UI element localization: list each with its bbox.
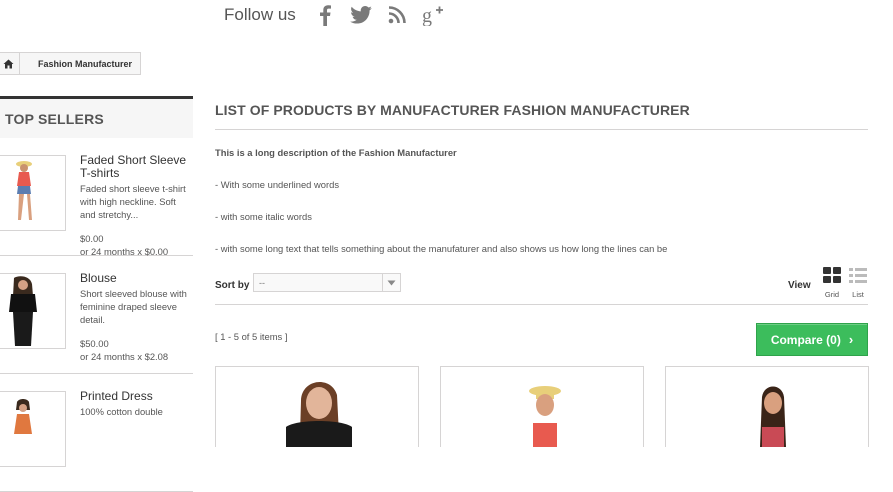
top-seller-info: Blouse Short sleeved blouse with feminin…	[80, 272, 193, 363]
description-line: - With some underlined words	[215, 179, 340, 190]
top-seller-info: Faded Short Sleeve T-shirts Faded short …	[80, 154, 193, 258]
sort-bar: Sort by -- View Grid List	[215, 267, 868, 305]
product-description: Short sleeved blouse with feminine drape…	[80, 288, 187, 325]
list-caption: List	[852, 290, 864, 299]
product-price: $0.00	[80, 233, 104, 244]
product-price: $50.00	[80, 338, 109, 349]
chevron-right-icon: ›	[848, 332, 854, 347]
product-thumbnail[interactable]	[0, 391, 66, 467]
product-card[interactable]	[440, 366, 644, 447]
product-thumbnail[interactable]	[0, 155, 66, 231]
follow-us-label: Follow us	[224, 5, 296, 24]
product-name[interactable]: Blouse	[80, 272, 193, 285]
top-sellers-title[interactable]: TOP SELLERS	[0, 96, 193, 138]
manufacturer-content: LIST OF PRODUCTS BY MANUFACTURER FASHION…	[215, 96, 869, 447]
svg-text:g: g	[422, 5, 432, 26]
grid-icon	[823, 267, 841, 283]
top-seller-item: Faded Short Sleeve T-shirts Faded short …	[0, 138, 193, 258]
sort-selected-value: --	[259, 277, 265, 288]
top-seller-item: Printed Dress 100% cotton double	[0, 374, 193, 492]
sort-label: Sort by	[215, 280, 250, 291]
page-title: LIST OF PRODUCTS BY MANUFACTURER FASHION…	[215, 102, 868, 130]
home-icon[interactable]	[0, 53, 20, 74]
product-card[interactable]	[215, 366, 419, 447]
product-description: 100% cotton double	[80, 406, 163, 417]
product-card[interactable]	[665, 366, 869, 447]
product-name[interactable]: Printed Dress	[80, 390, 193, 403]
view-list-button[interactable]: List	[846, 267, 870, 299]
product-description: Faded short sleeve t-shirt with high nec…	[80, 183, 186, 220]
rss-icon[interactable]	[386, 4, 408, 26]
grid-caption: Grid	[824, 290, 840, 299]
product-installments: or 24 months x $2.08	[80, 351, 169, 362]
description-line: - with some italic words	[215, 211, 312, 222]
breadcrumb-current: Fashion Manufacturer	[38, 58, 133, 69]
top-sellers-block: TOP SELLERS Faded Short Sleeve T-shirts …	[0, 96, 193, 492]
description-line: - with some long text that tells somethi…	[215, 243, 668, 254]
google-plus-icon[interactable]: g	[422, 4, 444, 26]
product-count: [ 1 - 5 of 5 items ]	[215, 331, 288, 342]
breadcrumb: Fashion Manufacturer	[0, 52, 142, 75]
compare-label: Compare (0)	[770, 332, 841, 347]
twitter-icon[interactable]	[350, 4, 372, 26]
chevron-down-icon[interactable]	[382, 274, 400, 291]
follow-us-block: Follow us g	[224, 4, 444, 26]
top-seller-info: Printed Dress 100% cotton double	[80, 390, 193, 418]
product-name[interactable]: Faded Short Sleeve T-shirts	[80, 154, 193, 180]
top-seller-item: Blouse Short sleeved blouse with feminin…	[0, 256, 193, 374]
view-label: View	[788, 280, 811, 291]
view-grid-button[interactable]: Grid	[820, 267, 844, 299]
list-icon	[849, 268, 867, 283]
description-title: This is a long description of the Fashio…	[215, 147, 457, 158]
facebook-icon[interactable]	[314, 4, 336, 26]
sort-select[interactable]: --	[253, 273, 401, 292]
product-thumbnail[interactable]	[0, 273, 66, 349]
compare-button[interactable]: Compare (0) ›	[756, 323, 868, 356]
